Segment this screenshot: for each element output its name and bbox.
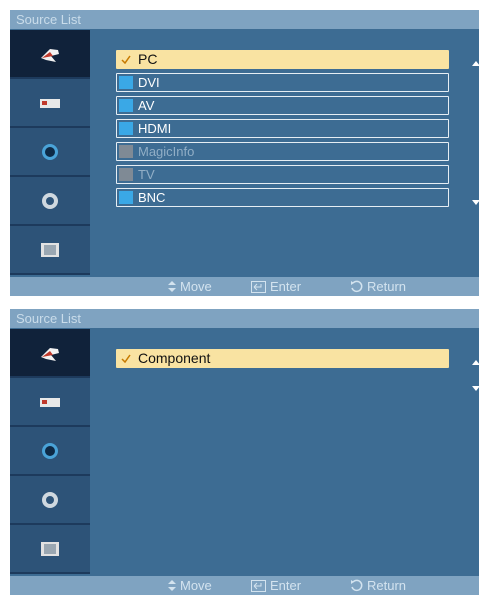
source-label: TV [138, 167, 155, 182]
return-icon [351, 579, 363, 592]
scroll-down-arrow-icon[interactable] [472, 200, 479, 205]
setup-icon [42, 491, 58, 508]
sidebar-item-picture[interactable] [10, 79, 90, 127]
source-item-dvi[interactable]: DVI [116, 73, 449, 92]
sidebar-item-picture[interactable] [10, 378, 90, 426]
source-label: PC [138, 51, 158, 67]
source-label: MagicInfo [138, 144, 195, 159]
picture-icon [40, 98, 60, 108]
setup-icon [42, 192, 58, 209]
source-label: Component [138, 350, 211, 366]
source-item-hdmi[interactable]: HDMI [116, 119, 449, 138]
source-bar-icon [119, 145, 133, 158]
source-bar-icon [119, 99, 133, 112]
enter-icon [251, 280, 266, 293]
sidebar-item-sound[interactable] [10, 427, 90, 475]
hint-enter: Enter [251, 578, 301, 593]
hint-return-label: Return [367, 578, 407, 593]
source-item-component[interactable]: Component [116, 349, 449, 368]
sidebar-item-multi-control[interactable] [10, 525, 90, 573]
source-item-bnc[interactable]: BNC [116, 188, 449, 207]
osd-title: Source List [10, 309, 479, 328]
source-item-tv: TV [116, 165, 449, 184]
move-icon [168, 580, 176, 591]
scroll-down-arrow-icon[interactable] [472, 386, 479, 391]
osd-source-list-panel-2: Source List Component Move Enter Return [10, 309, 479, 595]
input-icon [41, 347, 59, 361]
move-icon [168, 281, 176, 292]
source-bar-icon [119, 122, 133, 135]
multi-control-icon [41, 541, 59, 556]
enter-icon [251, 579, 266, 592]
source-item-magicinfo: MagicInfo [116, 142, 449, 161]
osd-footer: Move Enter Return [10, 277, 479, 296]
source-list: Component [92, 329, 479, 574]
osd-footer: Move Enter Return [10, 576, 479, 595]
sidebar-item-input[interactable] [10, 30, 90, 78]
scroll-up-arrow-icon[interactable] [472, 360, 479, 365]
osd-title: Source List [10, 10, 479, 29]
osd-source-list-panel-1: Source List PC DVI AV HDMI MagicInfo TV … [10, 10, 479, 296]
check-icon [119, 53, 133, 66]
hint-return: Return [350, 578, 406, 593]
picture-icon [40, 397, 60, 407]
source-label: DVI [138, 75, 160, 90]
source-label: AV [138, 98, 155, 113]
sidebar-item-sound[interactable] [10, 128, 90, 176]
sidebar-item-input[interactable] [10, 329, 90, 377]
source-bar-icon [119, 76, 133, 89]
sidebar-item-multi-control[interactable] [10, 226, 90, 274]
hint-move-label: Move [180, 578, 212, 593]
hint-enter-label: Enter [270, 279, 302, 294]
check-icon [119, 352, 133, 365]
source-bar-icon [119, 191, 133, 204]
hint-enter: Enter [251, 279, 301, 294]
sidebar-item-setup[interactable] [10, 177, 90, 225]
source-list: PC DVI AV HDMI MagicInfo TV BNC [92, 30, 479, 275]
source-label: HDMI [138, 121, 172, 136]
hint-enter-label: Enter [270, 578, 302, 593]
hint-return: Return [350, 279, 406, 294]
hint-move: Move [168, 279, 212, 294]
hint-move: Move [168, 578, 212, 593]
multi-control-icon [41, 242, 59, 257]
sound-icon [42, 143, 58, 160]
hint-return-label: Return [367, 279, 407, 294]
osd-sidebar [10, 30, 90, 275]
source-label: BNC [138, 190, 166, 205]
scroll-up-arrow-icon[interactable] [472, 61, 479, 66]
source-item-pc[interactable]: PC [116, 50, 449, 69]
osd-sidebar [10, 329, 90, 574]
source-bar-icon [119, 168, 133, 181]
source-item-av[interactable]: AV [116, 96, 449, 115]
input-icon [41, 48, 59, 62]
sidebar-item-setup[interactable] [10, 476, 90, 524]
sound-icon [42, 442, 58, 459]
return-icon [351, 280, 363, 293]
hint-move-label: Move [180, 279, 212, 294]
